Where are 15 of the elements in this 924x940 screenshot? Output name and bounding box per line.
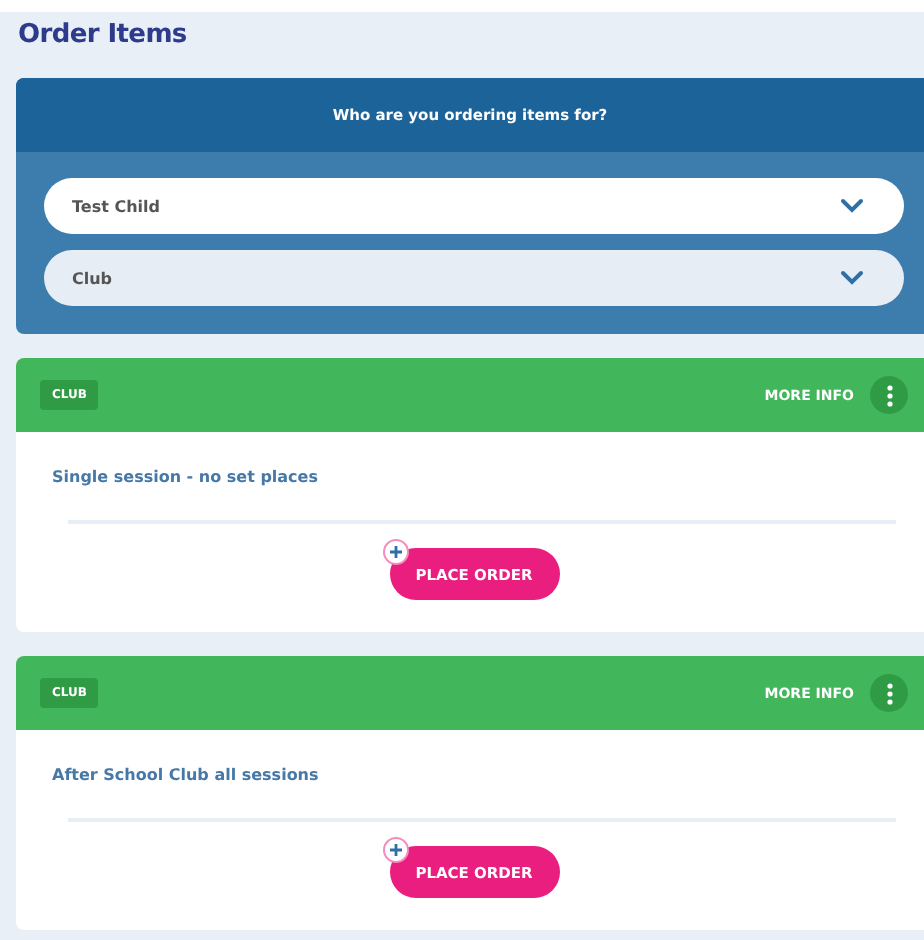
plus-icon xyxy=(381,538,409,566)
more-options-button[interactable] xyxy=(870,376,908,414)
vertical-dots-icon xyxy=(885,383,893,407)
dropdown-field[interactable]: Test Child xyxy=(44,178,904,234)
dropdown-field[interactable]: Club xyxy=(44,250,904,306)
page-title: Order Items xyxy=(18,20,189,50)
plus-icon xyxy=(381,836,409,864)
dropdown-value: Test Child xyxy=(72,197,160,215)
more-options-button[interactable] xyxy=(870,674,908,712)
dropdown-value: Club xyxy=(72,269,113,287)
chevron-down-icon xyxy=(840,270,864,286)
chevron-down-icon xyxy=(840,198,864,214)
item-name: Single session - no set places xyxy=(52,468,320,486)
vertical-dots-icon xyxy=(885,681,893,705)
item-name: After School Club all sessions xyxy=(52,766,321,784)
